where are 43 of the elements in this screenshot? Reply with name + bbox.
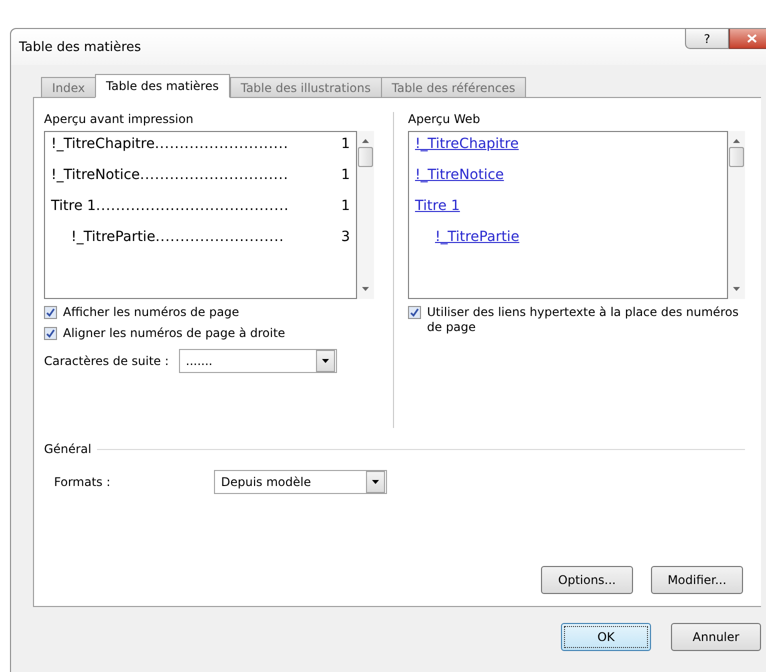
panel-button[interactable]: Modifier...: [651, 566, 743, 594]
scroll-up-icon[interactable]: [733, 139, 740, 143]
checkbox[interactable]: Afficher les numéros de page: [44, 305, 380, 320]
tab[interactable]: Table des illustrations: [230, 77, 382, 97]
close-icon: [747, 34, 757, 43]
field-label: Caractères de suite :: [44, 354, 169, 368]
scrollbar[interactable]: [357, 131, 374, 299]
scroll-up-icon[interactable]: [362, 139, 369, 143]
toc-entry: !_TitrePartie.......................... 3: [70, 229, 350, 246]
toc-link[interactable]: !_TitreNotice: [415, 167, 504, 184]
leader-dropdown[interactable]: .......: [178, 349, 337, 373]
checkmark-icon: [46, 308, 55, 317]
scroll-down-icon[interactable]: [362, 287, 369, 291]
section-label: Aperçu avant impression: [44, 112, 194, 126]
section-label: Aperçu Web: [408, 112, 482, 126]
checkmark-icon: [46, 329, 55, 338]
close-button[interactable]: [729, 29, 766, 49]
panel-button[interactable]: Options...: [541, 566, 633, 594]
scrollbar[interactable]: [728, 131, 745, 299]
caret-icon: [372, 480, 379, 484]
dialog-button[interactable]: Annuler: [671, 623, 761, 651]
scroll-down-icon[interactable]: [733, 287, 740, 291]
window-title: Table des matières: [19, 40, 142, 54]
tab[interactable]: Table des références: [380, 77, 526, 97]
checkmark-icon: [410, 308, 419, 317]
toc-entry: Titre 1....................................... 1: [51, 198, 350, 215]
toc-link[interactable]: !_TitreChapitre: [415, 136, 519, 153]
tab[interactable]: Table des matières: [95, 74, 230, 98]
checkbox[interactable]: Utiliser des liens hypertexte à la place des numéros de page: [408, 305, 745, 335]
tab[interactable]: Index: [41, 77, 96, 97]
checkbox[interactable]: Aligner les numéros de page à droite: [44, 326, 380, 341]
toc-entry: !_TitreNotice.............................. 1: [51, 167, 350, 184]
caret-icon: [322, 359, 329, 363]
field-label: Formats :: [54, 475, 112, 489]
group-label: Général: [44, 442, 92, 456]
toc-link[interactable]: !_TitrePartie: [435, 229, 520, 246]
scroll-thumb[interactable]: [358, 147, 373, 167]
formats-dropdown[interactable]: Depuis modèle: [214, 470, 387, 494]
help-button[interactable]: ?: [685, 29, 729, 49]
toc-entry: !_TitreChapitre........................... 1: [51, 136, 350, 153]
toc-link[interactable]: Titre 1: [415, 198, 460, 215]
dialog-button[interactable]: OK: [561, 623, 651, 651]
scroll-thumb[interactable]: [729, 147, 744, 167]
